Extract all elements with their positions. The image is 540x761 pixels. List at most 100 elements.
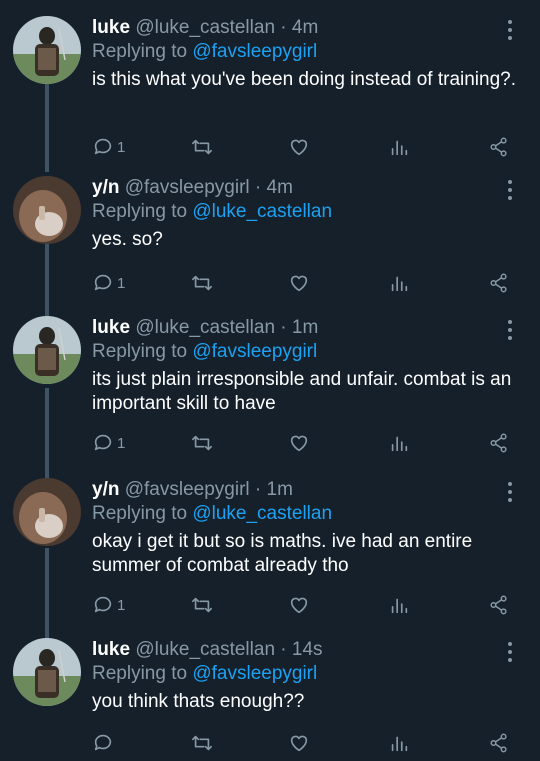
share-icon bbox=[490, 137, 507, 157]
share-button[interactable] bbox=[487, 270, 511, 296]
reply-button[interactable]: 1 bbox=[92, 134, 125, 160]
action-bar: 1 bbox=[0, 592, 540, 618]
more-icon[interactable] bbox=[502, 480, 518, 504]
luke-avatar-image bbox=[13, 638, 81, 706]
reply-button[interactable]: 1 bbox=[92, 430, 125, 456]
user-handle[interactable]: @luke_castellan bbox=[135, 17, 275, 38]
replying-to-prefix: Replying to bbox=[92, 663, 193, 684]
stats-button[interactable] bbox=[388, 592, 410, 618]
reply-icon bbox=[94, 138, 112, 155]
avatar[interactable] bbox=[13, 478, 81, 546]
user-handle[interactable]: @favsleepygirl bbox=[125, 479, 250, 500]
share-button[interactable] bbox=[487, 592, 511, 618]
mention-link[interactable]: @luke_castellan bbox=[192, 201, 332, 222]
share-icon bbox=[490, 733, 507, 753]
separator: · bbox=[275, 317, 292, 338]
like-icon bbox=[290, 597, 308, 614]
tweet-text: you think thats enough?? bbox=[92, 691, 305, 712]
more-icon[interactable] bbox=[502, 18, 518, 42]
like-icon bbox=[290, 275, 308, 292]
tweet-text: its just plain irresponsible and unfair.… bbox=[92, 369, 512, 414]
display-name[interactable]: y/n bbox=[92, 177, 119, 198]
stats-button[interactable] bbox=[388, 270, 410, 296]
timestamp[interactable]: 4m bbox=[267, 177, 293, 198]
tweet-text: is this what you've been doing instead o… bbox=[92, 69, 517, 90]
tweet-header: y/n @favsleepygirl · 4m bbox=[92, 176, 293, 199]
like-button[interactable] bbox=[288, 592, 310, 618]
tweet-header: luke @luke_castellan · 4m bbox=[92, 16, 318, 39]
mention-link[interactable]: @favsleepygirl bbox=[192, 41, 317, 62]
like-button[interactable] bbox=[288, 270, 310, 296]
reply-button[interactable] bbox=[92, 730, 117, 756]
share-icon bbox=[490, 595, 507, 615]
retweet-button[interactable] bbox=[190, 430, 214, 456]
mention-link[interactable]: @favsleepygirl bbox=[192, 341, 317, 362]
timestamp[interactable]: 1m bbox=[267, 479, 293, 500]
display-name[interactable]: y/n bbox=[92, 479, 119, 500]
tweet[interactable]: luke @luke_castellan · 14s Replying to @… bbox=[0, 622, 540, 761]
tweet[interactable]: luke @luke_castellan · 4m Replying to @f… bbox=[0, 0, 540, 170]
share-button[interactable] bbox=[487, 730, 511, 756]
stats-button[interactable] bbox=[388, 730, 410, 756]
reply-count: 1 bbox=[117, 434, 126, 452]
retweet-button[interactable] bbox=[190, 592, 214, 618]
yn-avatar-image bbox=[13, 478, 81, 546]
reply-button[interactable]: 1 bbox=[92, 592, 125, 618]
like-button[interactable] bbox=[288, 730, 310, 756]
timestamp[interactable]: 1m bbox=[292, 317, 318, 338]
timestamp[interactable]: 14s bbox=[292, 639, 323, 660]
tweet[interactable]: y/n @favsleepygirl · 4m Replying to @luk… bbox=[0, 160, 540, 310]
avatar[interactable] bbox=[13, 638, 81, 706]
reply-count: 1 bbox=[117, 596, 126, 614]
timestamp[interactable]: 4m bbox=[292, 17, 318, 38]
stats-button[interactable] bbox=[388, 134, 410, 160]
tweet-text: yes. so? bbox=[92, 229, 163, 250]
like-icon bbox=[290, 435, 308, 452]
like-icon bbox=[290, 735, 308, 752]
user-handle[interactable]: @luke_castellan bbox=[135, 317, 275, 338]
reply-button[interactable]: 1 bbox=[92, 270, 125, 296]
avatar[interactable] bbox=[13, 16, 81, 84]
like-icon bbox=[290, 139, 308, 156]
like-button[interactable] bbox=[288, 430, 310, 456]
more-icon[interactable] bbox=[502, 640, 518, 664]
share-icon bbox=[490, 433, 507, 453]
tweet-header: luke @luke_castellan · 1m bbox=[92, 316, 318, 339]
avatar[interactable] bbox=[13, 316, 81, 384]
replying-to: Replying to @favsleepygirl bbox=[92, 340, 317, 363]
user-handle[interactable]: @favsleepygirl bbox=[125, 177, 250, 198]
retweet-icon bbox=[192, 735, 212, 751]
luke-avatar-image bbox=[13, 16, 81, 84]
retweet-button[interactable] bbox=[190, 730, 214, 756]
retweet-button[interactable] bbox=[190, 270, 214, 296]
more-icon[interactable] bbox=[502, 178, 518, 202]
replying-to: Replying to @luke_castellan bbox=[92, 200, 332, 223]
action-bar: 1 bbox=[0, 430, 540, 456]
like-button[interactable] bbox=[288, 134, 310, 160]
more-icon[interactable] bbox=[502, 318, 518, 342]
tweet-thread: luke @luke_castellan · 4m Replying to @f… bbox=[0, 0, 540, 761]
reply-icon bbox=[94, 734, 112, 751]
replying-to-prefix: Replying to bbox=[92, 201, 193, 222]
tweet[interactable]: luke @luke_castellan · 1m Replying to @f… bbox=[0, 300, 540, 470]
replying-to: Replying to @favsleepygirl bbox=[92, 662, 317, 685]
share-button[interactable] bbox=[487, 134, 511, 160]
display-name[interactable]: luke bbox=[92, 17, 130, 38]
replying-to-prefix: Replying to bbox=[92, 41, 193, 62]
avatar[interactable] bbox=[13, 176, 81, 244]
retweet-icon bbox=[192, 275, 212, 291]
stats-button[interactable] bbox=[388, 430, 410, 456]
user-handle[interactable]: @luke_castellan bbox=[135, 639, 275, 660]
tweet[interactable]: y/n @favsleepygirl · 1m Replying to @luk… bbox=[0, 462, 540, 632]
display-name[interactable]: luke bbox=[92, 639, 130, 660]
action-bar bbox=[0, 730, 540, 756]
display-name[interactable]: luke bbox=[92, 317, 130, 338]
reply-icon bbox=[94, 434, 112, 451]
share-button[interactable] bbox=[487, 430, 511, 456]
tweet-header: y/n @favsleepygirl · 1m bbox=[92, 478, 293, 501]
retweet-button[interactable] bbox=[190, 134, 214, 160]
mention-link[interactable]: @luke_castellan bbox=[192, 503, 332, 524]
mention-link[interactable]: @favsleepygirl bbox=[192, 663, 317, 684]
reply-icon bbox=[94, 596, 112, 613]
replying-to: Replying to @luke_castellan bbox=[92, 502, 332, 525]
